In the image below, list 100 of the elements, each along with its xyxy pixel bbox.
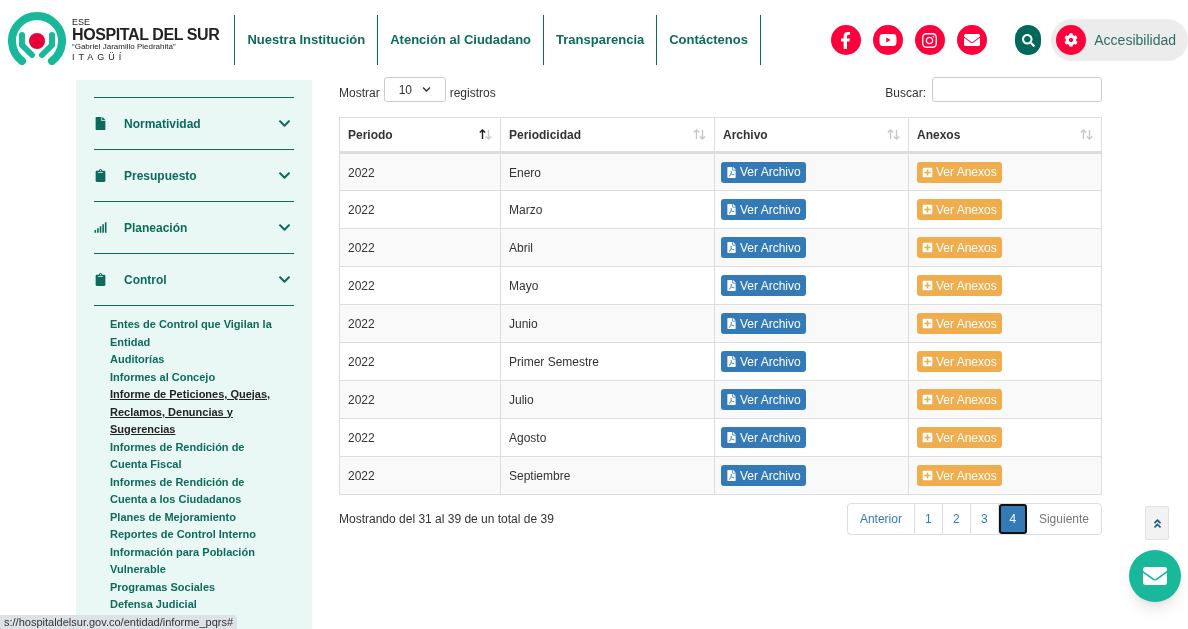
gear-icon xyxy=(1056,25,1087,55)
column-header[interactable]: Periodo xyxy=(339,117,501,153)
table-cell: Enero xyxy=(500,152,715,191)
search-field[interactable] xyxy=(932,77,1102,102)
plus-icon xyxy=(922,394,933,405)
chevron-icon xyxy=(278,221,291,234)
plus-icon xyxy=(922,204,933,215)
table-cell: Marzo xyxy=(500,190,715,229)
plus-icon xyxy=(922,318,933,329)
search-icon xyxy=(1021,33,1035,47)
plus-icon xyxy=(922,356,933,367)
file-icon xyxy=(726,242,737,253)
file-icon xyxy=(726,318,737,329)
file-icon xyxy=(726,204,737,215)
table-cell: 2022 xyxy=(339,152,501,191)
table-cell: 2022 xyxy=(339,228,501,267)
sort-icon[interactable] xyxy=(479,129,492,140)
view-file-button[interactable]: Ver Archivo xyxy=(721,275,806,296)
file-icon xyxy=(94,117,107,130)
plus-icon xyxy=(922,432,933,443)
view-file-button[interactable]: Ver Archivo xyxy=(721,389,806,410)
sidebar-item[interactable]: Control xyxy=(94,254,294,305)
table-cell: 2022 xyxy=(339,418,501,457)
nav-link[interactable]: Atención al Ciudadano xyxy=(378,15,545,65)
sidebar-link[interactable]: Reportes de Control Interno xyxy=(110,526,276,544)
sidebar-link[interactable]: Entes de Control que Vigilan la Entidad xyxy=(110,316,276,351)
file-icon xyxy=(726,280,737,291)
social-button[interactable] xyxy=(872,25,903,55)
table-cell: 2022 xyxy=(339,456,501,495)
previous-button[interactable]: Anterior xyxy=(847,504,915,534)
table-cell: 2022 xyxy=(339,304,501,343)
file-icon xyxy=(726,166,737,178)
page-button[interactable]: 2 xyxy=(942,504,971,534)
search-label: Buscar: xyxy=(885,84,926,102)
logo-prefix: ESE xyxy=(72,18,91,27)
sidebar-link[interactable]: Información para Población Vulnerable xyxy=(110,543,276,579)
table-cell: Abril xyxy=(500,228,715,267)
view-file-button[interactable]: Ver Archivo xyxy=(721,427,806,448)
chevron-icon xyxy=(278,117,291,130)
social-button[interactable] xyxy=(914,25,945,55)
table-cell: 2022 xyxy=(339,342,501,381)
table-cell: Agosto xyxy=(500,418,715,457)
column-header[interactable]: Archivo xyxy=(714,117,909,153)
nav-link[interactable]: Nuestra Institución xyxy=(235,15,379,65)
column-header[interactable]: Anexos xyxy=(908,117,1102,153)
search-button[interactable] xyxy=(1014,25,1042,55)
file-icon xyxy=(726,470,737,481)
sidebar-link[interactable]: Informes al Concejo xyxy=(110,368,276,386)
view-file-button[interactable]: Ver Archivo xyxy=(721,465,806,486)
accessibility-button[interactable]: Accesibilidad xyxy=(1051,19,1188,61)
chevron-icon xyxy=(278,169,291,182)
nav-link[interactable]: Contáctenos xyxy=(657,15,761,65)
plus-icon xyxy=(922,242,933,253)
plus-icon xyxy=(922,166,933,178)
sidebar-link[interactable]: Informes de Rendición de Cuenta a los Ciudadanos xyxy=(110,473,276,509)
message-button[interactable] xyxy=(1129,550,1181,602)
caret-icon xyxy=(421,85,431,94)
sidebar-link[interactable]: Informes de Rendición de Cuenta Fiscal xyxy=(110,438,276,474)
view-file-button[interactable]: Ver Archivo xyxy=(721,351,806,372)
plus-icon xyxy=(922,470,933,481)
view-file-button[interactable]: Ver Archivo xyxy=(721,237,806,258)
table-info: Mostrando del 31 al 39 de un total de 39 xyxy=(339,511,554,528)
page-button[interactable]: 1 xyxy=(914,504,943,534)
table-cell: 2022 xyxy=(339,190,501,229)
status-bar: s://hospitaldelsur.gov.co/entidad/informe_pqrs# xyxy=(0,615,238,629)
view-file-button[interactable]: Ver Archivo xyxy=(721,313,806,334)
sidebar-link[interactable]: Planes de Mejoramiento xyxy=(110,508,276,526)
nav-link[interactable]: Transparencia xyxy=(544,15,658,65)
file-icon xyxy=(726,356,737,367)
sidebar-link[interactable]: Programas Sociales xyxy=(110,578,276,596)
records-label: registros xyxy=(449,84,496,102)
table-cell: Julio xyxy=(500,380,715,419)
camera-icon xyxy=(921,31,939,49)
sidebar-link[interactable]: Informe de Peticiones, Quejas, Reclamos, Denuncias y Sugerencias xyxy=(110,386,276,439)
page-button[interactable]: 3 xyxy=(970,504,999,534)
file-icon xyxy=(726,394,737,405)
view-file-button[interactable]: Ver Archivo xyxy=(721,199,806,220)
column-header[interactable]: Periodicidad xyxy=(500,117,715,153)
logo-subtitle: “Gabriel Jaramillo Piedrahita” xyxy=(72,43,177,51)
sidebar-item[interactable]: Presupuesto xyxy=(94,150,294,201)
envelope-icon xyxy=(963,32,980,48)
plus-icon xyxy=(922,280,933,291)
envelope-icon xyxy=(1143,564,1167,588)
table-cell: 2022 xyxy=(339,266,501,305)
table-cell: Mayo xyxy=(500,266,715,305)
sidebar-link[interactable]: Auditorías xyxy=(110,351,276,369)
sidebar-item[interactable]: Planeación xyxy=(94,202,294,253)
double-chevron-icon xyxy=(1151,517,1163,529)
page-button[interactable]: 4 xyxy=(998,504,1027,534)
view-file-button[interactable]: Ver Archivo xyxy=(721,161,806,183)
table-cell: 2022 xyxy=(339,380,501,419)
sidebar-item[interactable]: Normatividad xyxy=(94,98,294,149)
social-button[interactable] xyxy=(956,25,987,55)
table-cell: Septiembre xyxy=(500,456,715,495)
sidebar-link[interactable]: Defensa Judicial xyxy=(110,596,276,614)
social-button[interactable] xyxy=(830,25,861,55)
file-icon xyxy=(726,432,737,443)
page-size-select[interactable]: 10 xyxy=(383,77,446,102)
next-button[interactable]: Siguiente xyxy=(1026,504,1101,534)
scroll-top-button[interactable] xyxy=(1145,506,1169,540)
